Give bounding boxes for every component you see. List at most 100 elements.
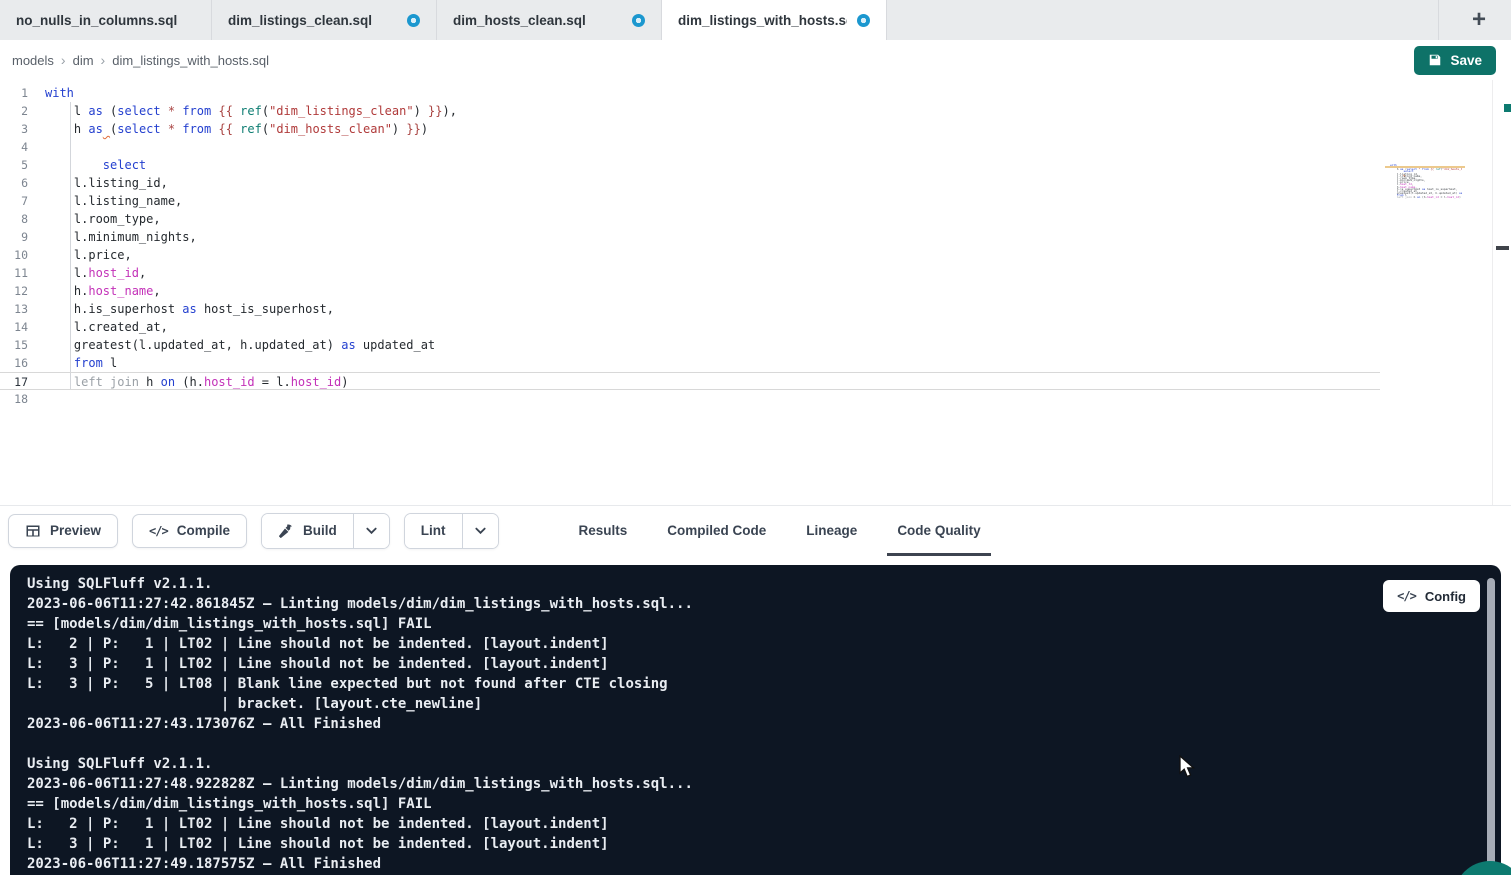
code-text: left join h on (h.host_id = l.host_id): [45, 373, 349, 389]
code-line[interactable]: 1with: [0, 84, 1511, 102]
code-text: from l: [45, 354, 117, 372]
code-line[interactable]: 2 l as (select * from {{ ref("dim_listin…: [0, 102, 1511, 120]
editor-tab[interactable]: no_nulls_in_columns.sql: [0, 0, 212, 40]
build-dropdown-button[interactable]: [353, 514, 389, 548]
line-number: 8: [0, 210, 45, 228]
code-text: h.is_superhost as host_is_superhost,: [45, 300, 334, 318]
tab-label: dim_hosts_clean.sql: [453, 13, 586, 28]
terminal-line: [27, 734, 1501, 754]
build-button-label: Build: [303, 523, 337, 538]
build-split-button: Build: [261, 513, 390, 549]
code-line[interactable]: 17 left join h on (h.host_id = l.host_id…: [0, 372, 1380, 390]
editor-tab[interactable]: dim_listings_clean.sql: [212, 0, 437, 40]
top-bar: models›dim›dim_listings_with_hosts.sql S…: [0, 40, 1511, 80]
unsaved-dot-icon: [857, 14, 870, 27]
result-tabs: ResultsCompiled CodeLineageCode Quality: [559, 506, 1001, 556]
line-number: 6: [0, 174, 45, 192]
editor-tab[interactable]: dim_listings_with_hosts.sql: [662, 0, 887, 40]
code-line[interactable]: 9 l.minimum_nights,: [0, 228, 1511, 246]
line-number: 15: [0, 336, 45, 354]
line-number: 9: [0, 228, 45, 246]
line-number: 1: [0, 84, 45, 102]
tab-lineage[interactable]: Lineage: [786, 506, 877, 556]
line-number: 4: [0, 138, 45, 156]
tab-bar-spacer: +: [887, 0, 1511, 40]
lint-button-label: Lint: [421, 523, 446, 538]
tab-code-quality[interactable]: Code Quality: [877, 506, 1000, 556]
code-line[interactable]: 10 l.price,: [0, 246, 1511, 264]
table-grid-icon: [25, 523, 41, 539]
breadcrumb-item[interactable]: dim: [73, 53, 94, 68]
code-text: h.host_name,: [45, 282, 161, 300]
line-number: 18: [0, 390, 45, 408]
terminal-line: 2023-06-06T11:27:42.861845Z — Linting mo…: [27, 594, 1501, 614]
terminal-line: | bracket. [layout.cte_newline]: [27, 694, 1501, 714]
code-line[interactable]: 4: [0, 138, 1511, 156]
terminal-line: L: 3 | P: 1 | LT02 | Line should not be …: [27, 834, 1501, 854]
preview-button[interactable]: Preview: [8, 514, 118, 548]
line-number: 17: [0, 373, 45, 389]
tab-results[interactable]: Results: [559, 506, 648, 556]
line-number: 10: [0, 246, 45, 264]
code-editor[interactable]: 1with2 l as (select * from {{ ref("dim_l…: [0, 80, 1511, 505]
breadcrumb-item[interactable]: dim_listings_with_hosts.sql: [112, 53, 269, 68]
terminal-line: L: 2 | P: 1 | LT02 | Line should not be …: [27, 634, 1501, 654]
terminal-line: L: 3 | P: 5 | LT08 | Blank line expected…: [27, 674, 1501, 694]
code-text: l.listing_name,: [45, 192, 182, 210]
unsaved-dot-icon: [407, 14, 420, 27]
code-text: l.host_id,: [45, 264, 146, 282]
save-button[interactable]: Save: [1414, 46, 1496, 75]
code-line[interactable]: 18: [0, 390, 1511, 408]
code-slash-icon: </>: [149, 524, 168, 538]
editor-toolbar: Preview </> Compile Build Lint ResultsCo…: [0, 505, 1511, 555]
save-button-label: Save: [1450, 53, 1482, 68]
code-area: 1with2 l as (select * from {{ ref("dim_l…: [0, 84, 1511, 408]
config-button[interactable]: </> Config: [1383, 580, 1480, 612]
tab-bar-divider: [1438, 0, 1439, 40]
unsaved-dot-icon: [632, 14, 645, 27]
terminal-scrollbar[interactable]: [1487, 578, 1495, 870]
code-line[interactable]: 14 l.created_at,: [0, 318, 1511, 336]
line-number: 16: [0, 354, 45, 372]
terminal-line: == [models/dim/dim_listings_with_hosts.s…: [27, 614, 1501, 634]
code-line[interactable]: 5 select: [0, 156, 1511, 174]
code-line[interactable]: 13 h.is_superhost as host_is_superhost,: [0, 300, 1511, 318]
code-line[interactable]: 16 from l: [0, 354, 1511, 372]
minimap-highlight: [1385, 166, 1465, 168]
code-line[interactable]: 6 l.listing_id,: [0, 174, 1511, 192]
terminal-panel[interactable]: Using SQLFluff v2.1.1.2023-06-06T11:27:4…: [10, 565, 1501, 875]
terminal-line: 2023-06-06T11:27:43.173076Z — All Finish…: [27, 714, 1501, 734]
new-tab-button[interactable]: +: [1465, 6, 1493, 34]
lint-dropdown-button[interactable]: [462, 514, 498, 548]
editor-minimap[interactable]: with l as (select * from {{ ref("dim_lis…: [1390, 164, 1462, 210]
code-text: with: [45, 84, 74, 102]
scrollbar-annotation-teal: [1504, 104, 1511, 112]
line-number: 12: [0, 282, 45, 300]
breadcrumb-item[interactable]: models: [12, 53, 54, 68]
editor-scrollbar-track[interactable]: [1492, 80, 1493, 505]
code-line[interactable]: 15 greatest(l.updated_at, h.updated_at) …: [0, 336, 1511, 354]
code-line[interactable]: 12 h.host_name,: [0, 282, 1511, 300]
preview-button-label: Preview: [50, 523, 101, 538]
editor-tab[interactable]: dim_hosts_clean.sql: [437, 0, 662, 40]
compile-button[interactable]: </> Compile: [132, 514, 247, 548]
code-line[interactable]: 3 h as (select * from {{ ref("dim_hosts_…: [0, 120, 1511, 138]
lint-button[interactable]: Lint: [405, 514, 462, 548]
code-text: l.minimum_nights,: [45, 228, 197, 246]
code-line[interactable]: 7 l.listing_name,: [0, 192, 1511, 210]
tab-compiled-code[interactable]: Compiled Code: [647, 506, 786, 556]
terminal-output: Using SQLFluff v2.1.1.2023-06-06T11:27:4…: [10, 565, 1501, 874]
config-button-label: Config: [1425, 589, 1466, 604]
line-number: 13: [0, 300, 45, 318]
terminal-line: L: 2 | P: 1 | LT02 | Line should not be …: [27, 814, 1501, 834]
code-line[interactable]: 11 l.host_id,: [0, 264, 1511, 282]
build-button[interactable]: Build: [262, 514, 353, 548]
code-slash-icon: </>: [1397, 589, 1416, 603]
code-line[interactable]: 8 l.room_type,: [0, 210, 1511, 228]
code-text: l.created_at,: [45, 318, 168, 336]
code-text: l.room_type,: [45, 210, 161, 228]
terminal-line: Using SQLFluff v2.1.1.: [27, 574, 1501, 594]
floppy-disk-icon: [1428, 53, 1442, 67]
terminal-line: Using SQLFluff v2.1.1.: [27, 754, 1501, 774]
compile-button-label: Compile: [177, 523, 230, 538]
